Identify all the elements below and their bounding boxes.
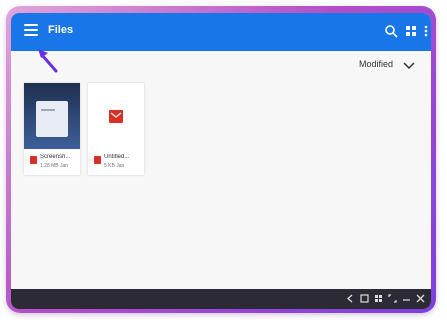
document-file-icon (94, 156, 101, 164)
grid-view-icon[interactable] (404, 24, 418, 38)
fullscreen-icon[interactable] (388, 294, 397, 303)
more-vertical-icon[interactable] (419, 24, 431, 38)
close-icon[interactable] (416, 294, 425, 303)
sort-button[interactable]: Modified (359, 59, 393, 69)
file-meta: Untitled... 5 KB Jan (88, 151, 144, 175)
document-thumbnail (88, 83, 144, 149)
file-card[interactable]: Screensh... 1.28 MB Jan (24, 83, 80, 175)
file-meta: Screensh... 1.28 MB Jan (24, 151, 80, 175)
document-file-icon (109, 110, 123, 123)
app-bar: Files (11, 13, 431, 51)
screenshot-thumbnail (24, 83, 80, 149)
system-shelf (11, 289, 431, 309)
minimize-icon[interactable] (402, 294, 411, 303)
file-card[interactable]: Untitled... 5 KB Jan (88, 83, 144, 175)
image-file-icon (30, 156, 37, 164)
sort-toolbar: Modified (11, 51, 431, 81)
search-icon[interactable] (384, 24, 398, 38)
pointer-arrow-icon (38, 49, 58, 73)
chevron-down-icon[interactable] (403, 60, 415, 70)
file-name: Untitled... (104, 154, 130, 160)
app-title: Files (48, 24, 74, 36)
file-info: 5 KB Jan (104, 163, 125, 169)
apps-icon[interactable] (374, 294, 383, 303)
file-info: 1.28 MB Jan (40, 163, 69, 169)
overview-icon[interactable] (360, 294, 369, 303)
back-icon[interactable] (346, 294, 355, 303)
hamburger-menu-icon[interactable] (24, 24, 38, 36)
file-name: Screensh... (40, 154, 71, 160)
files-app-window: Files Modified Screensh... 1.28 MB Jan U… (11, 13, 431, 309)
